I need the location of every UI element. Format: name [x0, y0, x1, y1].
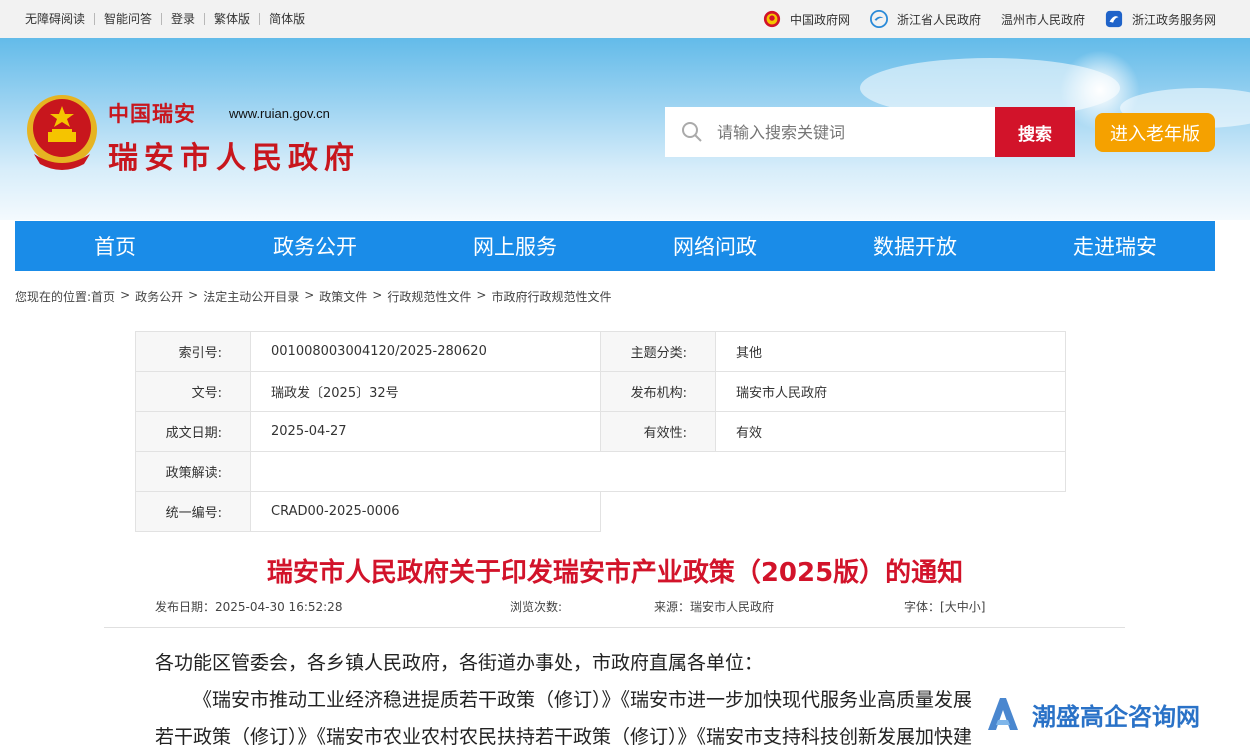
table-row: 成文日期: 2025-04-27 有效性: 有效: [135, 411, 1066, 452]
simplified-chinese-link[interactable]: 简体版: [259, 13, 314, 25]
accessibility-links: 无障碍阅读 智能问答 登录 繁体版 简体版: [16, 0, 314, 38]
font-size-control: 字体：[大中小]: [904, 598, 985, 615]
breadcrumb-separator: >: [304, 288, 315, 302]
docno-value: 瑞政发〔2025〕32号: [250, 371, 601, 412]
org-label: 发布机构:: [600, 371, 716, 412]
empty-cell: [600, 491, 1066, 532]
view-count: 浏览次数:: [510, 600, 563, 614]
date-label: 成文日期:: [135, 411, 251, 452]
breadcrumb-separator: >: [120, 288, 131, 302]
publish-time: 发布日期：2025-04-30 16:52:28: [155, 600, 343, 614]
table-row: 文号: 瑞政发〔2025〕32号 发布机构: 瑞安市人民政府: [135, 371, 1066, 412]
code-value: CRAD00-2025-0006: [250, 491, 601, 532]
breadcrumb-item[interactable]: 行政规范性文件: [387, 288, 471, 305]
org-value: 瑞安市人民政府: [715, 371, 1066, 412]
search-button[interactable]: 搜索: [995, 107, 1075, 157]
docno-label: 文号:: [135, 371, 251, 412]
logo-site-name: 瑞安市人民政府: [108, 141, 360, 176]
divider: [104, 627, 1125, 628]
table-row: 索引号: 001008003004120/2025-280620 主题分类: 其…: [135, 331, 1066, 372]
site-link-wenzhou-gov[interactable]: 温州市人民政府: [1001, 11, 1085, 28]
article-source: 来源：瑞安市人民政府: [654, 600, 775, 614]
breadcrumb-prefix: 您现在的位置:: [15, 290, 92, 304]
search-box: [665, 107, 995, 157]
breadcrumb-separator: >: [372, 288, 383, 302]
body-paragraph: 各功能区管委会，各乡镇人民政府，各街道办事处，市政府直属各单位：: [155, 652, 764, 674]
breadcrumb-item[interactable]: 政策文件: [319, 288, 367, 305]
search-input[interactable]: [717, 122, 977, 142]
body-paragraph: 若干政策（修订）》《瑞安市农业农村农民扶持若干政策（修订）》《瑞安市支持科技创新…: [155, 726, 973, 748]
traditional-chinese-link[interactable]: 繁体版: [204, 13, 259, 25]
nav-online-inquiry[interactable]: 网络问政: [615, 221, 815, 271]
topic-label: 主题分类:: [600, 331, 716, 372]
article-title: 瑞安市人民政府关于印发瑞安市产业政策（2025版）的通知: [266, 558, 964, 588]
breadcrumb: 您现在的位置: 首页 > 政务公开 > 法定主动公开目录 > 政策文件 > 行政…: [15, 288, 611, 305]
nav-online-services[interactable]: 网上服务: [415, 221, 615, 271]
zj-service-logo-icon: [1105, 10, 1123, 28]
date-value: 2025-04-27: [250, 411, 601, 452]
site-link-zj-service[interactable]: 浙江政务服务网: [1105, 10, 1216, 28]
validity-value: 有效: [715, 411, 1066, 452]
watermark-text: 潮盛高企咨询网: [1032, 701, 1200, 731]
font-size-label: 字体：[: [904, 600, 945, 614]
validity-label: 有效性:: [600, 411, 716, 452]
index-value: 001008003004120/2025-280620: [250, 331, 601, 372]
interpretation-value: [250, 451, 1066, 492]
document-info-table: 索引号: 001008003004120/2025-280620 主题分类: 其…: [135, 331, 1066, 532]
site-link-zhejiang-gov[interactable]: 浙江省人民政府: [869, 10, 981, 28]
nav-open-data[interactable]: 数据开放: [815, 221, 1015, 271]
table-row: 政策解读:: [135, 451, 1066, 492]
site-label: 浙江省人民政府: [896, 12, 981, 27]
font-large-button[interactable]: 大: [945, 600, 957, 614]
font-small-button[interactable]: 小: [969, 600, 981, 614]
breadcrumb-item[interactable]: 政务公开: [135, 288, 183, 305]
breadcrumb-separator: >: [476, 288, 487, 302]
elder-mode-button[interactable]: 进入老年版: [1095, 113, 1215, 152]
breadcrumb-item[interactable]: 首页: [91, 288, 115, 305]
nav-about-ruian[interactable]: 走进瑞安: [1015, 221, 1215, 271]
top-utility-bar: 无障碍阅读 智能问答 登录 繁体版 简体版 中国政府网 浙江省人民政府 温州市人…: [0, 0, 1250, 38]
search-icon: [682, 122, 702, 142]
accessibility-link[interactable]: 无障碍阅读: [16, 13, 94, 25]
topic-value: 其他: [715, 331, 1066, 372]
nav-government-affairs[interactable]: 政务公开: [215, 221, 415, 271]
breadcrumb-separator: >: [188, 288, 199, 302]
font-medium-button[interactable]: 中: [957, 600, 969, 614]
watermark-logo-icon: [988, 698, 1018, 730]
site-label: 温州市人民政府: [1000, 12, 1085, 27]
header-banner: 中国瑞安 www.ruian.gov.cn 瑞安市人民政府 搜索 进入老年版: [0, 38, 1250, 220]
body-paragraph: 《瑞安市推动工业经济稳进提质若干政策（修订）》《瑞安市进一步加快现代服务业高质量…: [193, 689, 973, 711]
site-label: 浙江政务服务网: [1131, 12, 1216, 27]
interpretation-label: 政策解读:: [135, 451, 251, 492]
index-label: 索引号:: [135, 331, 251, 372]
logo-url: www.ruian.gov.cn: [229, 106, 330, 121]
site-link-china-gov[interactable]: 中国政府网: [763, 10, 850, 28]
main-nav: 首页 政务公开 网上服务 网络问政 数据开放 走进瑞安: [15, 221, 1215, 271]
breadcrumb-item[interactable]: 法定主动公开目录: [203, 288, 299, 305]
breadcrumb-item[interactable]: 市政府行政规范性文件: [491, 288, 611, 305]
font-size-bracket: ]: [980, 600, 986, 614]
nav-home[interactable]: 首页: [15, 221, 215, 271]
table-row: 统一编号: CRAD00-2025-0006: [135, 491, 1066, 532]
logo-title-top: 中国瑞安: [108, 101, 196, 126]
site-label: 中国政府网: [789, 12, 850, 27]
article-body: 各功能区管委会，各乡镇人民政府，各街道办事处，市政府直属各单位： 《瑞安市推动工…: [155, 645, 1085, 756]
national-emblem-icon: [763, 10, 781, 28]
zhejiang-logo-icon: [869, 10, 888, 28]
smart-qa-link[interactable]: 智能问答: [94, 13, 161, 25]
national-emblem-logo: [27, 95, 97, 170]
code-label: 统一编号:: [135, 491, 251, 532]
related-sites: 中国政府网 浙江省人民政府 温州市人民政府 浙江政务服务网: [743, 0, 1216, 38]
login-link[interactable]: 登录: [161, 13, 204, 25]
watermark: 潮盛高企咨询网: [982, 694, 1200, 734]
